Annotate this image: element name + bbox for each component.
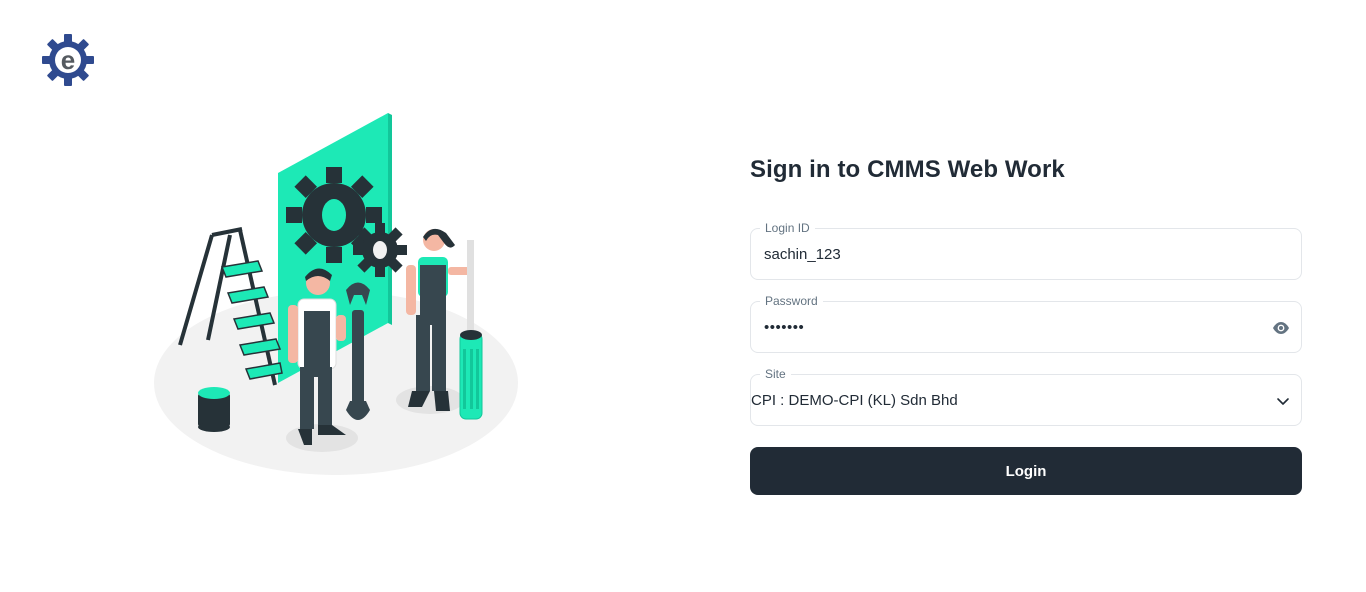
site-select[interactable]: Site CPI : DEMO-CPI (KL) Sdn Bhd (750, 366, 1302, 426)
page-title: Sign in to CMMS Web Work (750, 156, 1065, 183)
password-input[interactable]: ••••••• (764, 319, 804, 337)
chevron-down-icon[interactable] (1275, 393, 1291, 409)
logo-letter: e (61, 45, 75, 75)
password-label: Password (760, 293, 823, 309)
site-label: Site (760, 366, 791, 382)
signin-form: Sign in to CMMS Web Work Login ID sachin… (750, 150, 1302, 495)
site-selected-value[interactable]: CPI : DEMO-CPI (KL) Sdn Bhd (751, 392, 958, 410)
login-id-label: Login ID (760, 220, 815, 236)
app-logo: e (42, 34, 94, 86)
login-button[interactable]: Login (750, 447, 1302, 495)
login-page: e Sign in to CMMS Web Work Login ID sach… (0, 0, 1366, 592)
maintenance-illustration (154, 113, 518, 475)
login-id-field[interactable]: Login ID sachin_123 (750, 220, 1302, 280)
eye-icon[interactable] (1271, 319, 1291, 337)
login-id-input[interactable]: sachin_123 (764, 246, 841, 264)
password-field[interactable]: Password ••••••• (750, 293, 1302, 353)
